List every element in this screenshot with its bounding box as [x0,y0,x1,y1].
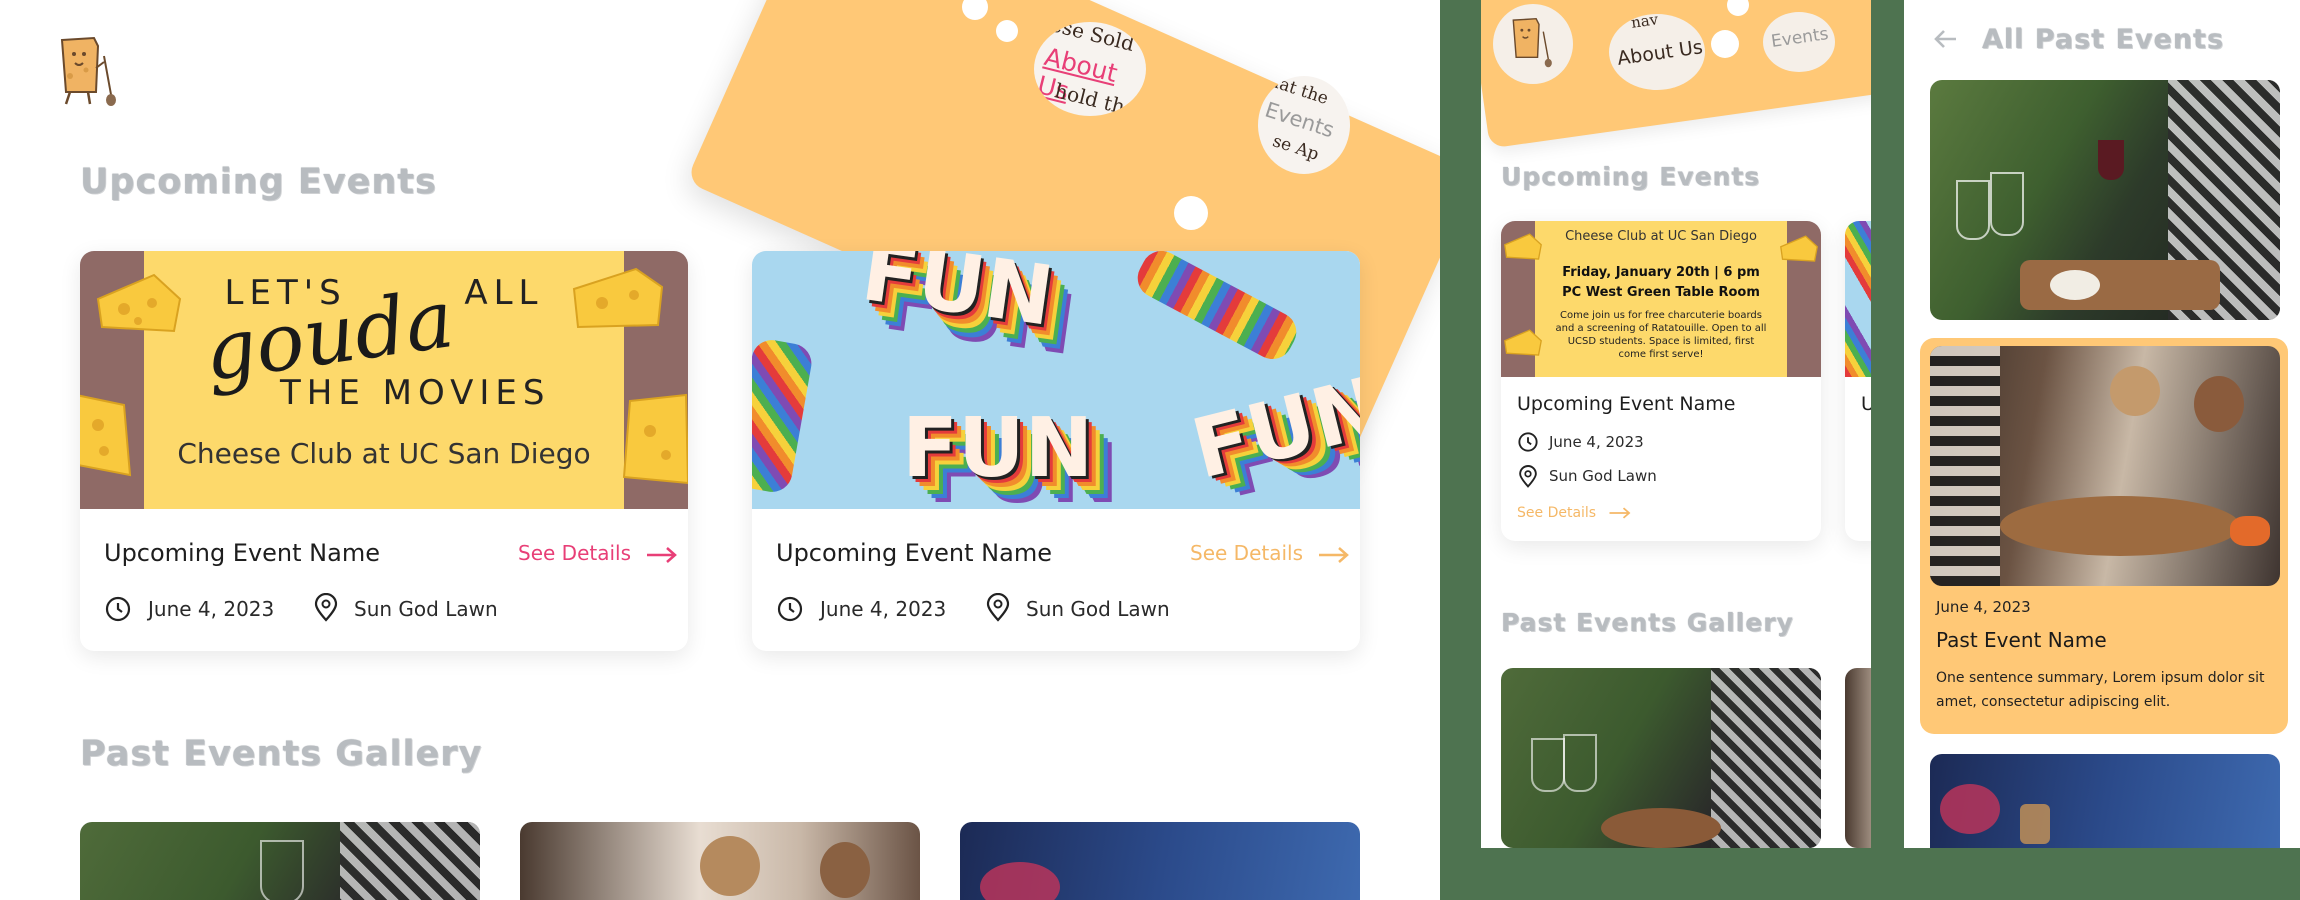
event-name: Upcoming Event Name [776,539,1052,567]
event-card[interactable]: Cheese Club at UC San Diego Friday, Janu… [1501,221,1821,541]
cheese-hole [996,20,1018,42]
poster-line: THE MOVIES [280,373,551,413]
cheese-hole [1711,30,1739,58]
clock-icon [105,596,131,622]
cheese-mascot-logo[interactable] [1509,14,1559,72]
see-details-link[interactable]: See Details [518,541,679,565]
gallery-photo[interactable] [520,822,920,900]
poster-where: PC West Green Table Room [1562,285,1760,300]
event-date: June 4, 2023 [1549,433,1644,451]
event-name: Upcoming Event Name [104,539,380,567]
nav-about-hole: nav About Us [1609,14,1705,90]
rainbow-stripe [752,336,815,496]
nav-events-hole: hat the Events se Ap [1258,76,1350,174]
mobile-home-frame: nav About Us Events Upcoming Events Chee… [1481,0,1871,848]
event-card[interactable]: LET'S ALL gouda THE MOVIES Cheese Club a… [80,251,688,651]
poster-body: Come join us for free charcuterie boards… [1555,310,1767,360]
cheese-hole [1420,20,1440,140]
nav-about-link[interactable]: About Us [1616,36,1704,70]
gallery-photo[interactable] [1501,668,1821,848]
see-details-link[interactable]: See Details [1190,541,1351,565]
past-event-card-highlighted[interactable]: June 4, 2023 Past Event Name One sentenc… [1920,338,2288,734]
all-past-events-title: All Past Events [1982,24,2225,55]
past-events-gallery-title: Past Events Gallery [1501,608,1794,637]
arrow-right-icon [1319,546,1350,563]
back-arrow-icon[interactable] [1932,28,1958,50]
nav-events-link[interactable]: Events [1770,24,1830,52]
cheese-wedge-icon [1504,329,1542,356]
past-event-photo[interactable] [1930,80,2280,320]
cheese-hole [1174,196,1208,230]
upcoming-events-title: Upcoming Events [80,162,437,202]
past-event-date: June 4, 2023 [1936,598,2031,616]
nav-about-hole: ese Sold About Us hold the [1034,22,1146,116]
past-events-gallery-title: Past Events Gallery [80,734,483,774]
see-details-link[interactable]: See Details [1517,505,1633,521]
past-event-summary: One sentence summary, Lorem ipsum dolor … [1936,670,2265,710]
event-date: June 4, 2023 [820,597,947,621]
event-card-peek[interactable]: U [1845,221,1871,541]
clock-icon [1518,432,1538,452]
event-location: Sun God Lawn [354,597,498,621]
event-location: Sun God Lawn [1549,467,1657,485]
location-pin-icon [986,593,1010,622]
arrow-right-icon [1609,507,1630,519]
gallery-photo[interactable] [960,822,1360,900]
fun-word: FUN [856,251,1059,345]
fun-word: FUN [902,401,1094,496]
gallery-photo-peek[interactable] [1845,668,1871,848]
arrow-right-icon [647,546,678,563]
past-events-frame: All Past Events June 4, 2023 Past Event … [1904,0,2300,848]
event-card[interactable]: FUN FUN FUN Upcoming Event Name See Deta… [752,251,1360,651]
upcoming-events-title: Upcoming Events [1501,162,1761,191]
event-poster-image: Cheese Club at UC San Diego Friday, Janu… [1501,221,1821,377]
cheese-wedge-icon [80,394,132,477]
desktop-frame: ese Sold About Us hold the hat the Event… [0,0,1440,900]
event-name: Upcoming Event Name [1517,393,1736,415]
logo-hole [1493,4,1573,84]
event-name: U [1861,393,1871,415]
poster-club: Cheese Club at UC San Diego [177,437,591,470]
event-poster-image: LET'S ALL gouda THE MOVIES Cheese Club a… [80,251,688,509]
location-pin-icon [1519,465,1537,488]
past-event-photo [1930,346,2280,586]
location-pin-icon [314,593,338,622]
fun-word: FUN [1183,359,1360,498]
rainbow-stripe [1130,251,1304,367]
clock-icon [777,596,803,622]
past-event-name: Past Event Name [1936,628,2107,652]
gallery-photo[interactable] [80,822,480,900]
poster-club: Cheese Club at UC San Diego [1565,229,1757,244]
event-location: Sun God Lawn [1026,597,1170,621]
past-event-photo[interactable] [1930,754,2280,848]
event-date: June 4, 2023 [148,597,275,621]
event-poster-image: FUN FUN FUN [752,251,1360,509]
poster-when: Friday, January 20th | 6 pm [1562,265,1760,280]
nav-events-hole: Events [1763,12,1835,72]
cheese-mascot-logo[interactable] [56,34,126,114]
nav-fragment: nav [1629,14,1660,32]
